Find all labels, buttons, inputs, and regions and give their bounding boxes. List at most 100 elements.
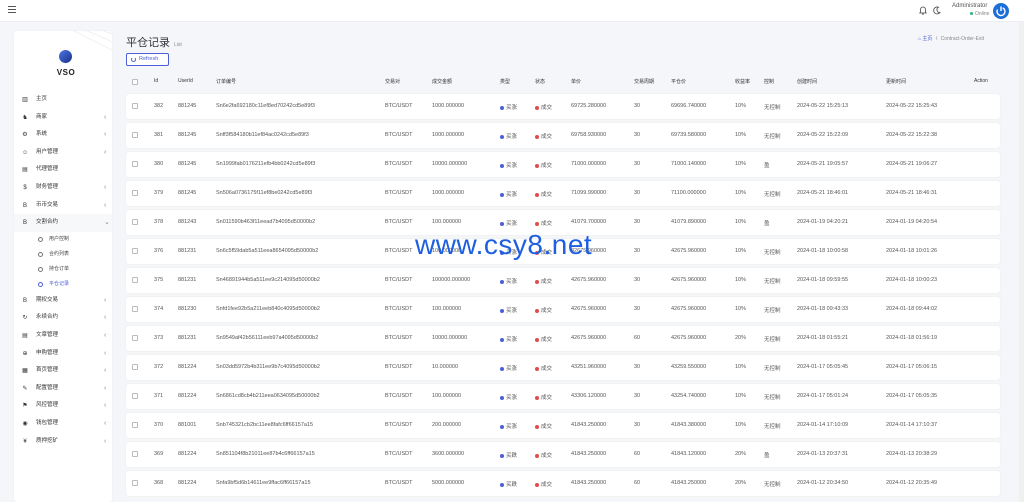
sidebar-item-icon: ☺ xyxy=(22,149,29,156)
avatar[interactable] xyxy=(993,3,1009,19)
column-header[interactable]: 交易周期 xyxy=(634,78,654,85)
power-icon xyxy=(996,6,1006,17)
breadcrumb-home[interactable]: ⌂ 主页 xyxy=(918,36,932,42)
sidebar-item[interactable]: B 期权交易 ‹ xyxy=(14,292,112,310)
sidebar-subitem[interactable]: 合约列表 xyxy=(14,247,112,262)
table-row[interactable]: 381 881245 Snff3f584180b11ef84ac0242cd5e89… xyxy=(126,123,1000,148)
row-checkbox[interactable] xyxy=(132,219,138,225)
sidebar-item[interactable]: B 币币交易 ‹ xyxy=(14,197,112,215)
table-cell: Sn011590b463f11eead7b4095d50000b2 xyxy=(216,219,316,225)
column-header[interactable]: 收益率 xyxy=(735,78,750,85)
table-cell: 买涨 xyxy=(500,364,517,372)
table-cell: 881224 xyxy=(178,393,197,399)
column-header[interactable]: 成交金额 xyxy=(432,78,452,85)
table-row[interactable]: 375 881231 Sn46891944b5a511ee9c214095d5000… xyxy=(126,268,1000,293)
column-header[interactable]: 单价 xyxy=(571,78,581,85)
sidebar-subitem[interactable]: 用户控制 xyxy=(14,232,112,247)
table-cell: 无控制 xyxy=(764,424,781,430)
row-checkbox[interactable] xyxy=(132,335,138,341)
table-cell: 100.000000 xyxy=(432,219,462,225)
table-row[interactable]: 380 881245 Sn1999fab0176211efb4bb0242cd5e8… xyxy=(126,152,1000,177)
table-cell: 41843.250000 xyxy=(671,480,707,486)
sidebar-item[interactable]: ▤ 代理管理 xyxy=(14,161,112,179)
table-row[interactable]: 373 881231 Sn9549af42b56111eeb97a4095d5000… xyxy=(126,326,1000,351)
column-header[interactable]: 交易对 xyxy=(385,78,400,85)
table-row[interactable]: 370 881001 Snb745321cb2bc11ee8fafc6ff66157… xyxy=(126,413,1000,438)
column-header[interactable]: 更新时间 xyxy=(886,78,906,85)
table-cell: Snfd1fee92b5a211eeb840c4095d50000b2 xyxy=(216,306,320,312)
refresh-button[interactable]: Refresh xyxy=(126,53,169,66)
table-row[interactable]: 369 881224 Sn851104f8b21011ee87b4c6ff66157… xyxy=(126,442,1000,467)
row-checkbox[interactable] xyxy=(132,132,138,138)
moon-icon[interactable] xyxy=(933,6,941,15)
column-header[interactable]: 控制 xyxy=(764,78,774,85)
sidebar-item[interactable]: $ 财务管理 ‹ xyxy=(14,179,112,197)
table-cell: 成交 xyxy=(535,480,552,488)
row-checkbox[interactable] xyxy=(132,422,138,428)
table-row[interactable]: 382 881245 Sn6e2fa692180c11ef8ed70242cd5e8… xyxy=(126,94,1000,119)
table-cell: 成交 xyxy=(535,277,552,285)
table-cell: 381 xyxy=(154,132,164,138)
row-checkbox[interactable] xyxy=(132,306,138,312)
sidebar-item[interactable]: ↻ 永续合约 ‹ xyxy=(14,309,112,327)
sidebar-subitem-label: 用户控制 xyxy=(49,235,70,242)
table-cell: 10% xyxy=(735,248,747,254)
sidebar-item[interactable]: ⚙ 系统 ‹ xyxy=(14,126,112,144)
table-cell: 41079.890000 xyxy=(671,219,707,225)
row-checkbox[interactable] xyxy=(132,480,138,486)
row-checkbox[interactable] xyxy=(132,393,138,399)
row-checkbox[interactable] xyxy=(132,161,138,167)
table-row[interactable]: 368 881224 Snfa9bf5d6b14611ee9ffac6ff66157… xyxy=(126,471,1000,496)
table-cell: 382 xyxy=(154,103,164,109)
table-row[interactable]: 374 881230 Snfd1fee92b5a211eeb840c4095d500… xyxy=(126,297,1000,322)
table-cell: 2024-05-21 19:05:57 xyxy=(797,161,849,167)
table-row[interactable]: 379 881245 Sn506a0736175f11ef8be0242cd5e89… xyxy=(126,181,1000,206)
page-scrollbar[interactable] xyxy=(1019,22,1024,502)
table-cell: 2024-01-18 09:43:33 xyxy=(797,306,849,312)
page-title-text: 平仓记录 xyxy=(126,37,170,49)
table-cell: 成交 xyxy=(535,103,552,111)
table-cell: 无控制 xyxy=(764,105,781,111)
admin-name[interactable]: Administrator xyxy=(952,3,987,9)
select-all-checkbox[interactable] xyxy=(132,79,138,85)
row-checkbox[interactable] xyxy=(132,451,138,457)
column-header[interactable]: UserId xyxy=(178,78,193,84)
sidebar-item[interactable]: ⊕ 申购管理 ‹ xyxy=(14,345,112,363)
bell-icon[interactable] xyxy=(919,6,927,15)
row-checkbox[interactable] xyxy=(132,277,138,283)
row-checkbox[interactable] xyxy=(132,364,138,370)
table-cell: Sn851104f8b21011ee87b4c6ff66157a15 xyxy=(216,451,315,457)
table-cell: 374 xyxy=(154,306,164,312)
column-header[interactable]: 状态 xyxy=(535,78,545,85)
column-header[interactable]: 创建时间 xyxy=(797,78,817,85)
sidebar-item[interactable]: ¥ 质押挖矿 ‹ xyxy=(14,433,112,451)
sidebar-item[interactable]: ♞ 商家 ‹ xyxy=(14,109,112,127)
column-header[interactable]: Action xyxy=(974,78,988,84)
column-header[interactable]: 平仓价 xyxy=(671,78,686,85)
status-dot-icon xyxy=(535,482,539,487)
table-cell: 成交 xyxy=(535,335,552,343)
sidebar-item[interactable]: ▥ 主页 xyxy=(14,91,112,109)
column-header[interactable]: 类型 xyxy=(500,78,510,85)
sidebar-item-label: 质押挖矿 xyxy=(36,437,59,444)
row-checkbox[interactable] xyxy=(132,190,138,196)
sidebar-item[interactable]: ◉ 钱包管理 ‹ xyxy=(14,415,112,433)
column-header[interactable]: 订单编号 xyxy=(216,78,236,85)
sidebar-item[interactable]: ⚑ 风控管理 ‹ xyxy=(14,397,112,415)
sidebar-item[interactable]: ▤ 文章管理 ‹ xyxy=(14,327,112,345)
sidebar-item[interactable]: B 交割合约 ⌄ xyxy=(14,214,112,232)
menu-toggle-icon[interactable] xyxy=(8,6,16,13)
sidebar-item[interactable]: ☺ 用户管理 ‹ xyxy=(14,144,112,162)
table-row[interactable]: 372 881224 Sn03dd5972b4b311ee9b7c4095d5000… xyxy=(126,355,1000,380)
row-checkbox[interactable] xyxy=(132,248,138,254)
sidebar-item[interactable]: ✎ 配置管理 ‹ xyxy=(14,380,112,398)
row-checkbox[interactable] xyxy=(132,103,138,109)
sidebar-item[interactable]: ▦ 首页管理 ‹ xyxy=(14,362,112,380)
column-header[interactable]: Id xyxy=(154,78,158,84)
table-cell: 买涨 xyxy=(500,277,517,285)
sidebar-subitem[interactable]: 平仓记录 xyxy=(14,277,112,292)
table-cell: 42675.960000 xyxy=(571,306,607,312)
table-row[interactable]: 371 881224 Sn6861cd8cb4b211eea0634095d5000… xyxy=(126,384,1000,409)
table-cell: 200.000000 xyxy=(432,422,462,428)
sidebar-subitem[interactable]: 持仓订单 xyxy=(14,262,112,277)
